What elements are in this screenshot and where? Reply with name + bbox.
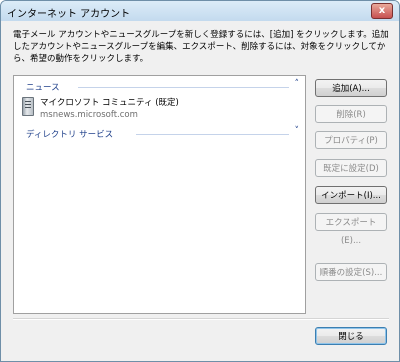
account-server: msnews.microsoft.com: [40, 110, 138, 120]
group-divider: [78, 87, 289, 88]
group-header-directory[interactable]: ディレクトリ サービス ˅: [18, 126, 301, 140]
export-button[interactable]: エクスポート(E)...: [315, 213, 387, 246]
close-window-button[interactable]: x: [371, 3, 393, 19]
add-button[interactable]: 追加(A)...: [315, 79, 387, 97]
account-item[interactable]: マイクロソフト コミュニティ (既定) msnews.microsoft.com: [20, 94, 220, 124]
import-button[interactable]: インポート(I)...: [315, 186, 387, 204]
internet-accounts-dialog: インターネット アカウント x 電子メール アカウントやニュースグループを新しく…: [0, 0, 400, 362]
group-label-news: ニュース: [26, 83, 60, 93]
group-label-directory: ディレクトリ サービス: [26, 130, 114, 140]
title-bar: インターネット アカウント x: [1, 1, 399, 21]
set-default-button[interactable]: 既定に設定(D): [315, 159, 387, 177]
server-icon: [22, 97, 34, 116]
window-title: インターネット アカウント: [7, 9, 131, 20]
chevron-up-icon[interactable]: ˄: [295, 79, 300, 89]
footer-divider: [13, 318, 389, 320]
instruction-text: 電子メール アカウントやニュースグループを新しく登録するには、[追加] をクリッ…: [13, 30, 389, 64]
remove-button[interactable]: 削除(R): [315, 105, 387, 123]
close-button[interactable]: 閉じる: [315, 327, 387, 345]
group-header-news[interactable]: ニュース ˄: [18, 79, 301, 93]
chevron-down-icon[interactable]: ˅: [295, 126, 300, 136]
account-list[interactable]: ニュース ˄ マイクロソフト コミュニティ (既定) msnews.micros…: [13, 75, 306, 314]
account-name: マイクロソフト コミュニティ (既定): [40, 98, 179, 108]
properties-button[interactable]: プロパティ(P): [315, 131, 387, 149]
group-divider: [136, 134, 289, 135]
order-button[interactable]: 順番の設定(S)...: [315, 263, 387, 281]
dialog-body: 電子メール アカウントやニュースグループを新しく登録するには、[追加] をクリッ…: [3, 23, 397, 359]
